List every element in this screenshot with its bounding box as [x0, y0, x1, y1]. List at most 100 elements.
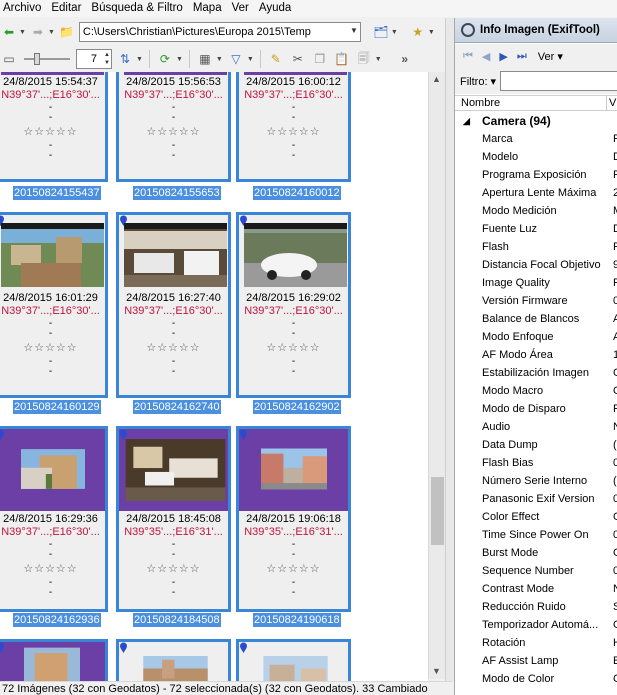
forward-history-dropdown-icon[interactable]: ▼	[48, 29, 55, 36]
exif-row[interactable]: Rotación H	[455, 634, 617, 652]
scrollbar-thumb[interactable]	[431, 477, 444, 545]
thumbnail-card[interactable]: 24/8/2015 18:45:08 N39°35'...;E16°31'...…	[116, 426, 231, 612]
grid-scrollbar[interactable]: ▲ ▼	[428, 72, 445, 679]
filter-icon[interactable]: ▽	[227, 50, 245, 68]
scroll-down-icon[interactable]: ▼	[432, 666, 441, 676]
exif-row[interactable]: Número Serie Interno (	[455, 472, 617, 490]
exif-row[interactable]: Sequence Number 0	[455, 562, 617, 580]
exif-row[interactable]: Balance de Blancos A	[455, 310, 617, 328]
exif-row[interactable]: Flash Bias 0	[455, 454, 617, 472]
exif-row[interactable]: Burst Mode O	[455, 544, 617, 562]
exif-row[interactable]: Panasonic Exif Version 0	[455, 490, 617, 508]
ver-dropdown-button[interactable]: Ver ▾	[538, 50, 563, 63]
thumbnail-size-slider[interactable]	[22, 49, 72, 69]
menu-archivo[interactable]: Archivo	[0, 0, 48, 17]
delete-icon[interactable]: 🗐	[355, 50, 373, 68]
forward-arrow-icon[interactable]: ➡	[29, 23, 47, 41]
thumbnail-card[interactable]	[116, 639, 231, 681]
menu-editar[interactable]: Editar	[48, 0, 88, 17]
thumbnail-filename[interactable]: 20150824155437	[13, 186, 101, 200]
cut-icon[interactable]: ✂	[289, 50, 307, 68]
back-history-dropdown-icon[interactable]: ▼	[19, 29, 26, 36]
overflow-chevron-icon[interactable]: »	[396, 50, 414, 68]
exif-row[interactable]: Programa Exposición P	[455, 166, 617, 184]
menu-ayuda[interactable]: Ayuda	[256, 0, 298, 17]
group-row-camera[interactable]: ◢ Camera (94)	[455, 112, 617, 130]
collapse-triangle-icon[interactable]: ◢	[463, 112, 470, 130]
rating-stars[interactable]: ☆☆☆☆☆	[0, 562, 105, 575]
thumbnail-filename[interactable]: 20150824162740	[133, 400, 221, 414]
exif-row[interactable]: Modo de Disparo P	[455, 400, 617, 418]
column-header-name[interactable]: Nombre	[459, 96, 607, 111]
rating-stars[interactable]: ☆☆☆☆☆	[119, 562, 228, 575]
column-header-value[interactable]: V	[609, 96, 616, 111]
thumbnail-filename[interactable]: 20150824184508	[133, 613, 221, 627]
exif-row[interactable]: Modo de Color C	[455, 670, 617, 688]
thumbnail-card[interactable]: 24/8/2015 15:54:37 N39°37'...;E16°30'...…	[0, 72, 108, 182]
thumbnail-filename[interactable]: 20150824162902	[253, 400, 341, 414]
back-arrow-icon[interactable]: ⬅	[0, 23, 18, 41]
exif-row[interactable]: Image Quality F	[455, 274, 617, 292]
more-dropdown-icon[interactable]: ▼	[375, 56, 382, 63]
thumbnail-filename[interactable]: 20150824160129	[13, 400, 101, 414]
exif-row[interactable]: AF Assist Lamp E	[455, 652, 617, 670]
exif-row[interactable]: Reducción Ruido S	[455, 598, 617, 616]
rating-stars[interactable]: ☆☆☆☆☆	[239, 562, 348, 575]
thumbnail-card[interactable]: 24/8/2015 16:01:29 N39°37'...;E16°30'...…	[0, 212, 108, 398]
favorites-folder-icon[interactable]: ★	[409, 23, 427, 41]
browse-folder-icon[interactable]: 🗂	[372, 23, 390, 41]
exif-row[interactable]: Time Since Power On 0	[455, 526, 617, 544]
exif-row[interactable]: Temporizador Automá... O	[455, 616, 617, 634]
exif-row[interactable]: Distancia Focal Objetivo 9	[455, 256, 617, 274]
exif-row[interactable]: Versión Firmware 0	[455, 292, 617, 310]
thumbnail-card[interactable]: 24/8/2015 16:00:12 N39°37'...;E16°30'...…	[236, 72, 351, 182]
thumbnail-filename[interactable]: 20150824190618	[253, 613, 341, 627]
sort-dropdown-icon[interactable]: ▼	[136, 56, 143, 63]
menu-busqueda-filtro[interactable]: Búsqueda & Filtro	[88, 0, 189, 17]
browse-dropdown-icon[interactable]: ▼	[391, 29, 398, 36]
exif-row[interactable]: Modo Enfoque A	[455, 328, 617, 346]
menu-ver[interactable]: Ver	[229, 0, 256, 17]
menu-mapa[interactable]: Mapa	[190, 0, 229, 17]
exif-row[interactable]: Data Dump (	[455, 436, 617, 454]
exif-row[interactable]: Contrast Mode N	[455, 580, 617, 598]
rating-stars[interactable]: ☆☆☆☆☆	[119, 125, 228, 138]
favorites-dropdown-icon[interactable]: ▼	[428, 29, 435, 36]
edit-icon[interactable]: ✎	[267, 50, 285, 68]
thumbnail-filename[interactable]: 20150824162936	[13, 613, 101, 627]
filter-dropdown-icon[interactable]: ▼	[247, 56, 254, 63]
filter-dropdown-button[interactable]: Filtro: ▾	[460, 75, 496, 88]
exif-row[interactable]: Marca P	[455, 130, 617, 148]
thumbnail-filename[interactable]: 20150824160012	[253, 186, 341, 200]
refresh-icon[interactable]: ⟳	[156, 50, 174, 68]
exif-row[interactable]: Modelo D	[455, 148, 617, 166]
paste-icon[interactable]: 📋	[333, 50, 351, 68]
rating-stars[interactable]: ☆☆☆☆☆	[239, 125, 348, 138]
exif-row[interactable]: Estabilización Imagen O	[455, 364, 617, 382]
thumbnail-card[interactable]: 24/8/2015 16:29:36 N39°37'...;E16°30'...…	[0, 426, 108, 612]
last-icon[interactable]: ⏭	[517, 50, 527, 63]
panel-splitter[interactable]	[445, 18, 454, 681]
rating-stars[interactable]: ☆☆☆☆☆	[0, 125, 105, 138]
refresh-dropdown-icon[interactable]: ▼	[176, 56, 183, 63]
rating-stars[interactable]: ☆☆☆☆☆	[0, 341, 105, 354]
rating-stars[interactable]: ☆☆☆☆☆	[239, 341, 348, 354]
zoom-stepper[interactable]: 7 ▲ ▼	[76, 49, 112, 69]
exif-row[interactable]: Modo Macro O	[455, 382, 617, 400]
slider-thumb[interactable]	[34, 53, 40, 65]
filter-input[interactable]	[500, 71, 617, 91]
thumbnail-card[interactable]: 24/8/2015 19:06:18 N39°35'...;E16°31'...…	[236, 426, 351, 612]
previous-icon[interactable]: ◀	[482, 50, 490, 63]
panel-toggle-icon[interactable]: ▭	[0, 50, 18, 68]
rating-stars[interactable]: ☆☆☆☆☆	[119, 341, 228, 354]
view-mode-icon[interactable]: ▦	[196, 50, 214, 68]
path-dropdown-icon[interactable]: ▼	[350, 26, 358, 35]
thumbnail-card[interactable]: 24/8/2015 15:56:53 N39°37'...;E16°30'...…	[116, 72, 231, 182]
exif-row[interactable]: Color Effect O	[455, 508, 617, 526]
first-icon[interactable]: ⏮	[463, 50, 473, 63]
thumbnail-card[interactable]: 24/8/2015 16:27:40 N39°37'...;E16°30'...…	[116, 212, 231, 398]
sort-icon[interactable]: ⇅	[116, 50, 134, 68]
scroll-up-icon[interactable]: ▲	[432, 74, 441, 84]
view-mode-dropdown-icon[interactable]: ▼	[216, 56, 223, 63]
thumbnail-card[interactable]: 24/8/2015 16:29:02 N39°37'...;E16°30'...…	[236, 212, 351, 398]
